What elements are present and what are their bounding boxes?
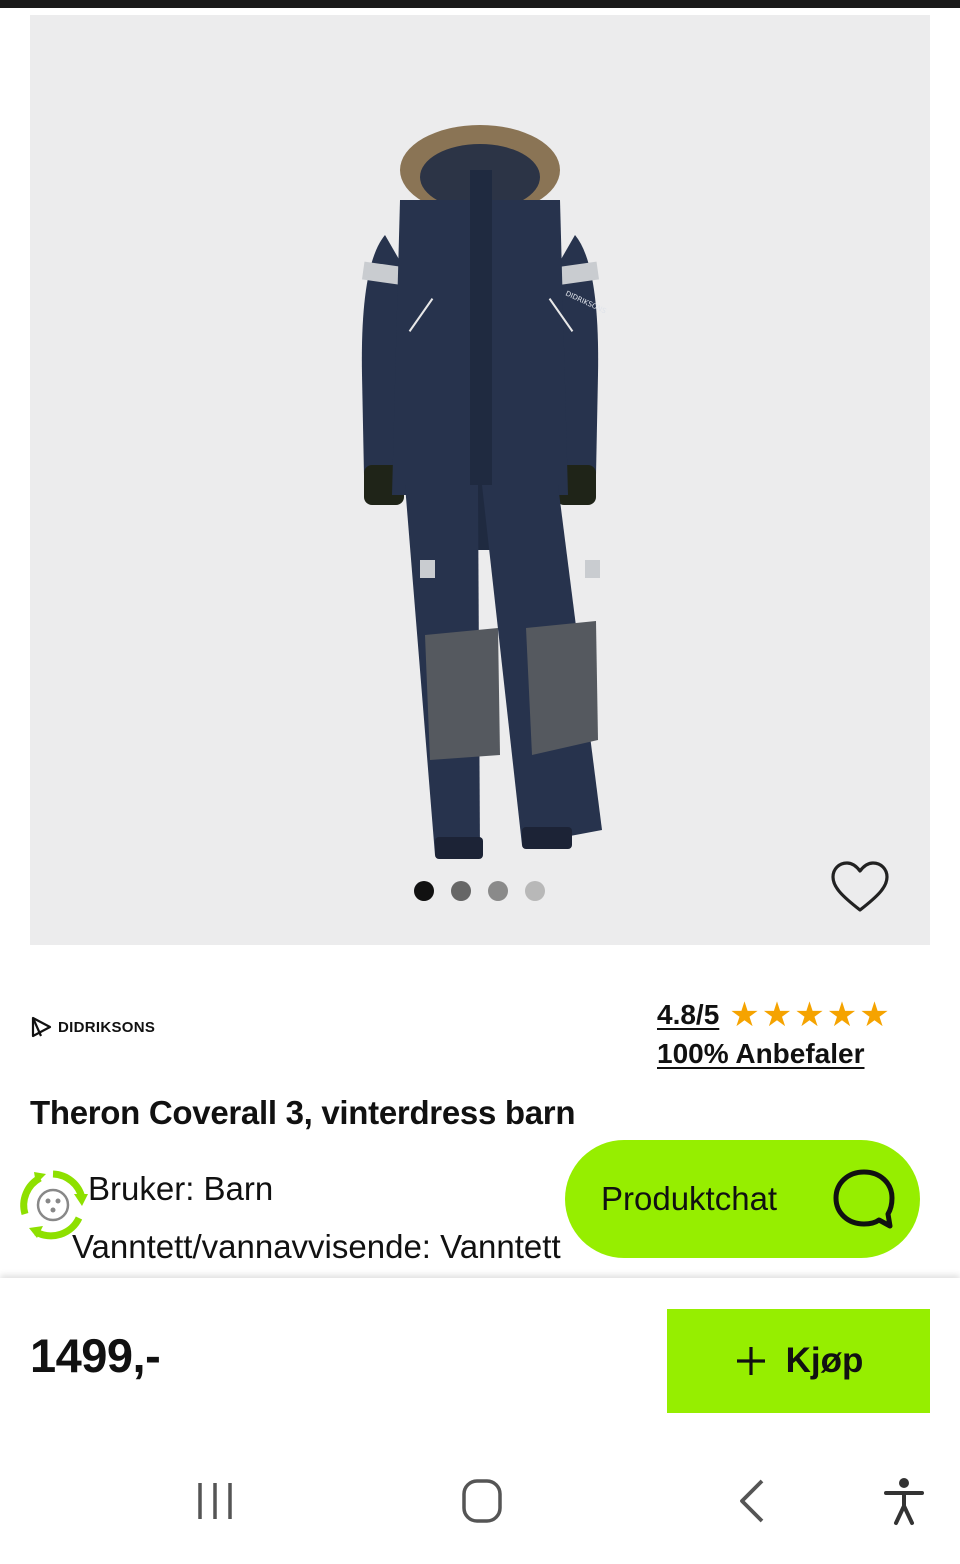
pagination-dot[interactable] — [525, 881, 545, 901]
product-image-gallery[interactable]: DIDRIKSONS — [30, 15, 930, 945]
star-icon: ★ — [826, 996, 858, 1034]
product-price: 1499,- — [30, 1329, 161, 1382]
heart-outline-icon[interactable] — [830, 860, 890, 916]
home-icon[interactable] — [452, 1476, 512, 1526]
star-icon: ★ — [761, 996, 793, 1034]
back-icon[interactable] — [722, 1476, 782, 1526]
rating-score-link[interactable]: 4.8/5 — [657, 999, 719, 1031]
recommend-link[interactable]: 100% Anbefaler — [657, 1038, 930, 1070]
brand-link[interactable]: DIDRIKSONS — [30, 1016, 155, 1038]
brand-logo-icon — [31, 1016, 52, 1038]
attribute-user: Bruker: Barn — [88, 1170, 274, 1207]
plus-icon — [736, 1347, 765, 1375]
pagination-dot[interactable] — [451, 881, 471, 901]
product-title: Theron Coverall 3, vinterdress barn — [30, 1094, 576, 1131]
buy-label: Kjøp — [785, 1341, 864, 1380]
accessibility-icon[interactable] — [874, 1476, 934, 1526]
star-icon: ★ — [859, 996, 890, 1034]
product-chat-button[interactable]: Produktchat — [565, 1140, 920, 1258]
buy-button[interactable]: Kjøp — [667, 1309, 930, 1413]
pagination-dot[interactable] — [488, 881, 508, 901]
attribute-waterproof: Vanntett/vannavvisende: Vanntett — [72, 1228, 561, 1265]
rating-block[interactable]: 4.8/5 ★ ★ ★ ★ ★ 100% Anbefaler — [657, 998, 930, 1070]
system-navigation-bar — [0, 1438, 960, 1564]
recent-apps-icon[interactable] — [185, 1476, 245, 1526]
product-chat-label: Produktchat — [601, 1180, 778, 1217]
image-pagination — [414, 881, 545, 901]
brand-name: DIDRIKSONS — [58, 1018, 156, 1036]
pagination-dot-active[interactable] — [414, 881, 434, 901]
star-icon: ★ — [729, 996, 760, 1034]
star-rating: ★ ★ ★ ★ ★ — [729, 998, 889, 1032]
status-bar-edge — [0, 0, 960, 8]
chat-bubble-icon — [833, 1169, 895, 1229]
recycle-widget-icon[interactable] — [16, 1168, 90, 1242]
star-icon: ★ — [794, 996, 825, 1034]
product-image: DIDRIKSONS — [361, 125, 608, 859]
